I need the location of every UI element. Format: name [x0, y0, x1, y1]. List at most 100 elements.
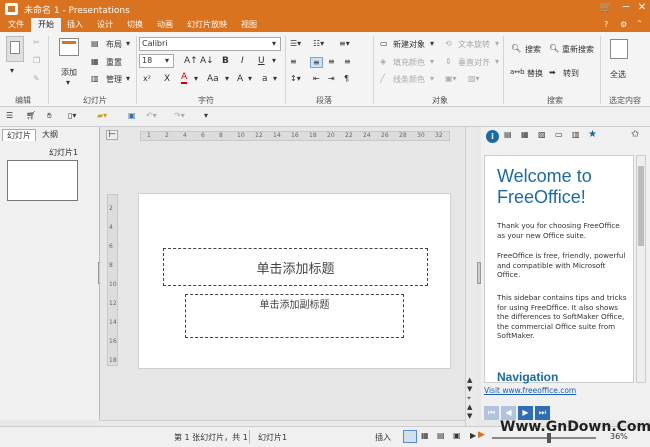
multilevel-icon[interactable]: ≡▾: [339, 39, 350, 48]
collapse-ribbon-icon[interactable]: ⌃: [636, 19, 643, 28]
customize-toolbar-icon[interactable]: ▾: [204, 111, 208, 120]
undo-icon[interactable]: ↶▾: [146, 111, 157, 120]
tab-slides[interactable]: 幻灯片: [2, 129, 36, 141]
highlight-dropdown-icon[interactable]: ▾: [248, 74, 252, 83]
horizontal-ruler[interactable]: 1 2 4 6 8 10 12 14 16 18 20 22 24 26 28 30 32: [140, 131, 450, 141]
tab-outline[interactable]: 大纲: [38, 129, 62, 141]
tab-slideshow[interactable]: 幻灯片放映: [183, 18, 231, 32]
arrange-icon[interactable]: ▣▾: [445, 74, 457, 83]
favorites-star-icon[interactable]: ★: [588, 129, 597, 140]
zoom-slider[interactable]: [492, 433, 596, 443]
tab-file[interactable]: 文件: [4, 18, 28, 32]
case-dropdown-icon[interactable]: ▾: [273, 74, 277, 83]
vertical-ruler[interactable]: 2 4 6 8 10 12 14 16 18: [107, 194, 118, 366]
slides-overview-icon[interactable]: ▤: [504, 130, 512, 139]
settings-icon[interactable]: ⚙: [620, 20, 627, 29]
replace-button[interactable]: 替换: [527, 68, 543, 79]
add-dropdown-icon[interactable]: ▾: [66, 78, 70, 87]
underline-icon[interactable]: U: [258, 56, 265, 66]
next-page-button[interactable]: ▶: [518, 406, 533, 420]
font-color-icon[interactable]: A: [181, 73, 188, 84]
insert-mode-status[interactable]: 插入: [375, 432, 391, 443]
hand-icon[interactable]: ✋︎: [47, 111, 52, 121]
paragraph-settings-icon[interactable]: ¶: [344, 74, 349, 83]
sorter-view-icon[interactable]: ▤: [437, 431, 445, 440]
add-slide-button[interactable]: 添加: [61, 67, 77, 78]
valign-button[interactable]: 垂直对齐: [458, 57, 490, 68]
notes-icon[interactable]: ▥: [572, 130, 580, 139]
slide-thumbnail[interactable]: [7, 160, 78, 201]
help-icon[interactable]: ?: [604, 20, 608, 29]
sidebar-scrollbar[interactable]: [636, 155, 646, 383]
underline-dropdown-icon[interactable]: ▾: [272, 56, 276, 65]
align-right-icon[interactable]: ≡: [328, 57, 335, 66]
info-icon[interactable]: i: [486, 130, 499, 143]
layout-dropdown-icon[interactable]: ▾: [126, 39, 130, 48]
font-name-dropdown-icon[interactable]: ▾: [272, 39, 276, 48]
select-all-button[interactable]: 全选: [610, 69, 626, 80]
minimize-button[interactable]: ─: [618, 2, 634, 13]
text-rotate-dropdown-icon[interactable]: ▾: [495, 39, 499, 48]
subtitle-placeholder[interactable]: 单击添加副标题: [185, 294, 404, 338]
tab-view[interactable]: 视图: [237, 18, 261, 32]
font-color-dropdown-icon[interactable]: ▾: [194, 74, 198, 83]
tab-stop-icon[interactable]: ⊢: [106, 130, 118, 140]
bold-icon[interactable]: B: [222, 56, 229, 66]
grow-font-icon[interactable]: A↑: [184, 56, 198, 66]
transitions-icon[interactable]: ▨: [538, 130, 546, 139]
slideshow-view-icon[interactable]: ▶: [470, 431, 476, 440]
redo-icon[interactable]: ↷▾: [174, 111, 185, 120]
tab-transitions[interactable]: 切换: [123, 18, 147, 32]
previous-page-button[interactable]: ◀: [501, 406, 516, 420]
paste-dropdown-icon[interactable]: ▾: [10, 66, 14, 75]
last-page-button[interactable]: ⏭: [535, 406, 550, 420]
line-color-dropdown-icon[interactable]: ▾: [430, 74, 434, 83]
new-object-button[interactable]: 新建对象: [393, 39, 425, 50]
fill-color-dropdown-icon[interactable]: ▾: [430, 57, 434, 66]
title-placeholder[interactable]: 单击添加标题: [163, 248, 428, 286]
line-color-button[interactable]: 线条颜色: [393, 74, 425, 85]
decrease-indent-icon[interactable]: ⇤: [313, 74, 320, 83]
copy-icon[interactable]: ❐: [33, 56, 40, 65]
case-icon[interactable]: a: [262, 74, 268, 84]
tab-home[interactable]: 开始: [31, 18, 61, 32]
manage-dropdown-icon[interactable]: ▾: [126, 74, 130, 83]
numbering-icon[interactable]: ☷▾: [313, 39, 324, 48]
cart-icon[interactable]: 🛒: [598, 2, 614, 13]
fill-color-button[interactable]: 填充颜色: [393, 57, 425, 68]
char-spacing-icon[interactable]: Aa: [207, 74, 219, 84]
clear-format-icon[interactable]: X: [164, 74, 170, 84]
format-painter-icon[interactable]: ✎: [33, 74, 40, 83]
font-name-select[interactable]: Calibri: [139, 37, 281, 51]
sidebar-options-icon[interactable]: ✩: [631, 129, 639, 140]
char-spacing-dropdown-icon[interactable]: ▾: [225, 74, 229, 83]
justify-icon[interactable]: ≡: [344, 57, 351, 66]
handout-view-icon[interactable]: ▣: [453, 431, 461, 440]
outline-icon[interactable]: ▦: [521, 130, 529, 139]
bullets-icon[interactable]: ☰▾: [290, 39, 301, 48]
website-link[interactable]: Visit www.freeoffice.com: [484, 386, 576, 395]
group-objects-icon[interactable]: ▧▾: [468, 74, 480, 83]
valign-dropdown-icon[interactable]: ▾: [495, 57, 499, 66]
cart-icon[interactable]: 🛒︎: [26, 111, 36, 120]
align-left-icon[interactable]: ≡: [290, 57, 297, 66]
italic-icon[interactable]: I: [241, 56, 244, 66]
open-folder-icon[interactable]: ▰▾: [97, 111, 107, 120]
slide-canvas[interactable]: 单击添加标题 单击添加副标题: [138, 193, 451, 369]
first-page-button[interactable]: ⏮: [484, 406, 499, 420]
line-spacing-icon[interactable]: ↕▾: [290, 74, 301, 83]
font-size-dropdown-icon[interactable]: ▾: [165, 56, 169, 65]
search-button[interactable]: 搜索: [525, 44, 541, 55]
save-icon[interactable]: ▣: [128, 111, 136, 120]
outline-view-icon[interactable]: ▦: [421, 431, 429, 440]
paste-icon[interactable]: [6, 36, 24, 62]
tab-design[interactable]: 设计: [93, 18, 117, 32]
cut-icon[interactable]: ✂: [33, 38, 40, 47]
manage-button[interactable]: 管理: [106, 74, 122, 85]
animation-icon[interactable]: ▭: [555, 130, 563, 139]
scroll-nav-icons[interactable]: ▲ ▼ ⌖ ▲ ▼: [467, 376, 472, 421]
increase-indent-icon[interactable]: ⇥: [328, 74, 335, 83]
text-rotate-button[interactable]: 文本旋转: [458, 39, 490, 50]
new-object-dropdown-icon[interactable]: ▾: [430, 39, 434, 48]
search-again-button[interactable]: 重新搜索: [562, 44, 594, 55]
